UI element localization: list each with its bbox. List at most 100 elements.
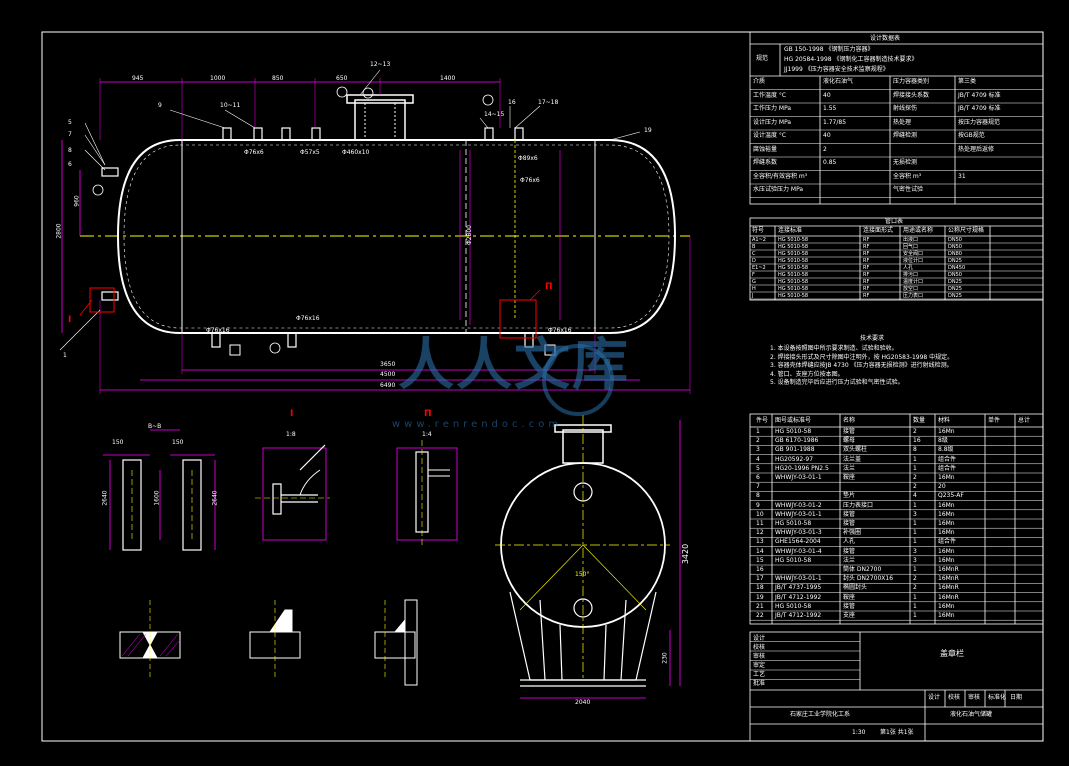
leader-6: 6 — [68, 161, 72, 168]
dim-2800: 2800 — [55, 223, 63, 239]
parts-cell: 16Mn — [938, 529, 955, 537]
text-layer: 945 1000 850 650 1400 12~13 3650 4500 64… — [0, 0, 1069, 766]
parts-cell: 3 — [913, 510, 917, 518]
parts-header: 数量 — [913, 417, 926, 424]
parts-cell: 19 — [756, 593, 764, 601]
design-cell: 按压力容器规范 — [958, 118, 1001, 126]
design-cell: 40 — [823, 132, 831, 139]
nozzle-cell: 安全阀口 — [903, 251, 924, 257]
nozzle-cell: HG 5010-58 — [778, 272, 809, 278]
tech-req-title: 技术要求 — [860, 335, 885, 342]
dim-bb-1600: 1600 — [153, 490, 161, 506]
end-dim-width: 2040 — [575, 699, 591, 706]
parts-cell: 9 — [756, 501, 760, 509]
parts-cell: 16Mn — [938, 474, 955, 481]
parts-cell: 16 — [756, 566, 764, 573]
parts-cell: 4 — [913, 492, 917, 500]
nozzle-header: 用途或名称 — [903, 227, 934, 234]
title-block-left-label: 审核 — [753, 653, 766, 660]
design-table-title: 设计数据表 — [870, 35, 901, 42]
nozzle-cell: 液位计口 — [903, 258, 924, 264]
parts-cell: 16MnR — [938, 566, 959, 573]
parts-cell: 5 — [756, 464, 760, 472]
parts-cell: 12 — [756, 529, 764, 537]
parts-cell: 双头螺柱 — [843, 446, 868, 454]
parts-header: 图号或标准号 — [775, 417, 812, 424]
nozzle-cell: RF — [863, 279, 870, 285]
leader-8: 8 — [68, 147, 72, 154]
parts-header: 材料 — [938, 417, 951, 424]
nozzle-cell: C — [752, 251, 756, 257]
design-cell: 气密性试验 — [893, 186, 924, 193]
nozzle-cell: J — [752, 293, 754, 299]
parts-cell: 组合件 — [938, 464, 957, 472]
dim-6490: 6490 — [380, 382, 396, 389]
title-block-right-label: 校核 — [948, 694, 961, 701]
design-cell: 焊缝系数 — [753, 159, 778, 166]
parts-cell: 1 — [913, 501, 917, 509]
parts-cell: 1 — [756, 428, 760, 435]
note-0: Φ76x6 — [244, 149, 264, 156]
detail-II-scale: 1:4 — [422, 431, 432, 438]
design-cell: 热处理 — [893, 118, 912, 126]
nozzle-cell: G — [752, 279, 756, 285]
parts-cell: 15 — [756, 556, 764, 564]
parts-cell: 3 — [913, 556, 917, 564]
parts-cell: 2 — [756, 437, 760, 445]
detail-II-title: Π — [424, 409, 432, 419]
parts-cell: 11 — [756, 520, 764, 527]
nozzle-cell: DN50 — [948, 237, 962, 243]
parts-cell: 1 — [913, 566, 917, 573]
parts-cell: HG 5010-58 — [775, 556, 812, 564]
parts-cell: 16Mn — [938, 510, 955, 518]
leader-10-11: 10~11 — [220, 102, 241, 109]
leader-5: 5 — [68, 119, 72, 126]
parts-header: 名称 — [843, 417, 856, 424]
dim-850: 850 — [272, 75, 284, 82]
parts-cell: 接管 — [843, 428, 856, 435]
end-angle: 150° — [575, 571, 590, 578]
parts-cell: 16 — [913, 437, 921, 445]
nozzle-cell: RF — [863, 272, 870, 278]
design-cell: 水压试验压力 MPa — [753, 186, 804, 193]
drawing-scale: 1:30 — [852, 729, 866, 736]
parts-header: 单件 — [988, 417, 1001, 424]
parts-cell: 16MnR — [938, 575, 959, 583]
parts-cell: 垫片 — [843, 492, 856, 500]
parts-cell: 接管 — [843, 510, 856, 518]
parts-cell: 鞍座 — [843, 474, 856, 481]
parts-cell: 接管 — [843, 520, 856, 527]
note-6: Φ76x16 — [206, 327, 230, 334]
parts-cell: WHWJY-03-01-1 — [775, 510, 822, 518]
parts-cell: 17 — [756, 575, 764, 583]
parts-cell: 21 — [756, 602, 764, 610]
design-cell: 压力容器类别 — [893, 78, 930, 85]
nozzle-cell: RF — [863, 293, 870, 299]
detail-bb-title: B~B — [148, 423, 162, 430]
nozzle-cell: HG 5010-58 — [778, 265, 809, 271]
design-code-0: GB 150-1998 《钢制压力容器》 — [784, 46, 874, 53]
nozzle-cell: HG 5010-58 — [778, 244, 809, 250]
parts-cell: JB/T 4712-1992 — [775, 612, 822, 619]
parts-cell: 8.8级 — [938, 446, 954, 454]
parts-cell: GHE1564-2004 — [775, 538, 821, 546]
nozzle-header: 连接标准 — [778, 227, 803, 234]
stamp-label: 盖章栏 — [940, 649, 964, 658]
marker-II: Π — [545, 282, 553, 292]
nozzle-cell: DN25 — [948, 293, 962, 299]
design-cell: 按GB规范 — [958, 132, 985, 139]
parts-cell: 法兰 — [843, 556, 856, 564]
dim-960: 960 — [73, 195, 81, 207]
parts-cell: 2 — [913, 584, 917, 592]
dim-bb-2640a: 2640 — [101, 490, 109, 506]
end-dim-saddle: 230 — [661, 652, 669, 664]
nozzle-cell: RF — [863, 286, 870, 292]
tech-req-item: 1. 本设备按照图中所示要求制造、试验和验收。 — [770, 345, 898, 352]
parts-cell: 16MnR — [938, 584, 959, 592]
parts-cell: 2 — [913, 483, 917, 491]
design-cell: 全容积/有效容积 m³ — [753, 172, 808, 180]
note-1: Φ57x5 — [300, 149, 320, 156]
parts-cell: 接管 — [843, 602, 856, 610]
design-code-label: 规范 — [756, 55, 769, 62]
leader-1: 1 — [63, 352, 67, 359]
